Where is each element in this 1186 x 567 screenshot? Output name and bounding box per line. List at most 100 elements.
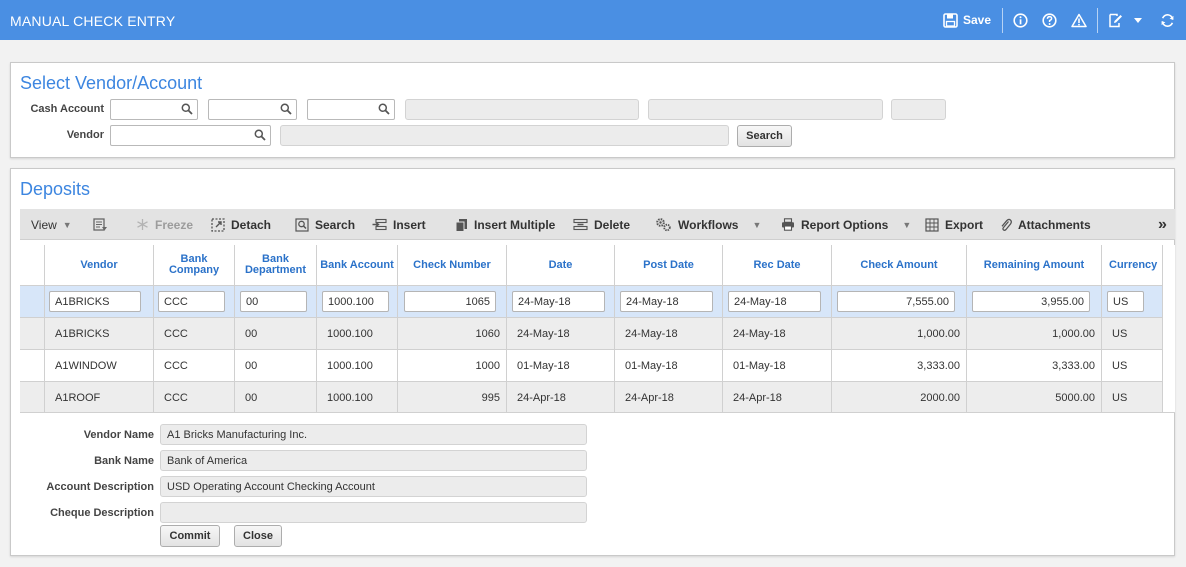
- row-selector[interactable]: [20, 350, 45, 381]
- rec-date-cell[interactable]: 24-May-18: [723, 286, 832, 317]
- search-icon[interactable]: [181, 103, 193, 115]
- check-amount-cell[interactable]: 3,333.00: [832, 350, 967, 381]
- post-date-cell[interactable]: 24-May-18: [615, 318, 723, 349]
- insert-button[interactable]: Insert: [372, 209, 426, 240]
- bank-department-input[interactable]: 00: [240, 291, 307, 312]
- check-number-cell[interactable]: 1065: [398, 286, 507, 317]
- bank-department-cell[interactable]: 00: [235, 350, 317, 381]
- remaining-amount-cell[interactable]: 3,955.00: [967, 286, 1102, 317]
- rec-date-input[interactable]: 24-May-18: [728, 291, 821, 312]
- row-selector[interactable]: [20, 286, 45, 317]
- bank-account-cell[interactable]: 1000.100: [317, 318, 398, 349]
- post-date-cell[interactable]: 01-May-18: [615, 350, 723, 381]
- bank-department-column-header[interactable]: Bank Department: [235, 245, 317, 286]
- date-input[interactable]: 24-May-18: [512, 291, 605, 312]
- table-row[interactable]: A1ROOF CCC 00 1000.100 995 24-Apr-18 24-…: [20, 382, 1175, 412]
- rec-date-cell[interactable]: 01-May-18: [723, 350, 832, 381]
- rec-date-cell[interactable]: 24-May-18: [723, 318, 832, 349]
- attachments-button[interactable]: Attachments: [1000, 209, 1091, 240]
- search-button[interactable]: Search: [737, 125, 792, 147]
- bank-account-cell[interactable]: 1000.100: [317, 382, 398, 412]
- edit-menu-button[interactable]: [1108, 0, 1143, 40]
- bank-company-cell[interactable]: CCC: [154, 382, 235, 412]
- bank-company-column-header[interactable]: Bank Company: [154, 245, 235, 286]
- date-cell[interactable]: 24-Apr-18: [507, 382, 615, 412]
- post-date-cell[interactable]: 24-Apr-18: [615, 382, 723, 412]
- bank-account-cell[interactable]: 1000.100: [317, 350, 398, 381]
- bank-department-cell[interactable]: 00: [235, 318, 317, 349]
- insert-multiple-button[interactable]: Insert Multiple: [455, 209, 555, 240]
- search-icon[interactable]: [254, 129, 266, 141]
- freeze-button[interactable]: Freeze: [136, 209, 193, 240]
- close-button[interactable]: Close: [234, 525, 282, 547]
- vendor-cell[interactable]: A1BRICKS: [45, 318, 154, 349]
- cash-account-account-input[interactable]: [307, 99, 395, 120]
- date-cell[interactable]: 24-May-18: [507, 318, 615, 349]
- bank-company-cell[interactable]: CCC: [154, 350, 235, 381]
- info-button[interactable]: [1013, 0, 1028, 40]
- check-number-column-header[interactable]: Check Number: [398, 245, 507, 286]
- delete-button[interactable]: Delete: [573, 209, 630, 240]
- check-number-cell[interactable]: 1060: [398, 318, 507, 349]
- vendor-input[interactable]: [110, 125, 271, 146]
- rec-date-column-header[interactable]: Rec Date: [723, 245, 832, 286]
- check-number-cell[interactable]: 1000: [398, 350, 507, 381]
- remaining-amount-column-header[interactable]: Remaining Amount: [967, 245, 1102, 286]
- bank-company-cell[interactable]: CCC: [154, 286, 235, 317]
- post-date-column-header[interactable]: Post Date: [615, 245, 723, 286]
- vendor-column-header[interactable]: Vendor: [45, 245, 154, 286]
- check-amount-cell[interactable]: 2000.00: [832, 382, 967, 412]
- row-selector[interactable]: [20, 382, 45, 412]
- vendor-cell[interactable]: A1WINDOW: [45, 350, 154, 381]
- rec-date-cell[interactable]: 24-Apr-18: [723, 382, 832, 412]
- search-icon[interactable]: [378, 103, 390, 115]
- check-amount-input[interactable]: 7,555.00: [837, 291, 955, 312]
- report-options-menu[interactable]: Report Options ▼: [781, 209, 911, 240]
- bank-department-cell[interactable]: 00: [235, 286, 317, 317]
- vendor-cell[interactable]: A1ROOF: [45, 382, 154, 412]
- check-amount-cell[interactable]: 1,000.00: [832, 318, 967, 349]
- date-cell[interactable]: 01-May-18: [507, 350, 615, 381]
- bank-department-cell[interactable]: 00: [235, 382, 317, 412]
- check-number-cell[interactable]: 995: [398, 382, 507, 412]
- export-button[interactable]: Export: [925, 209, 983, 240]
- bank-account-input[interactable]: 1000.100: [322, 291, 389, 312]
- grid-settings-button[interactable]: [93, 209, 114, 240]
- remaining-amount-cell[interactable]: 1,000.00: [967, 318, 1102, 349]
- post-date-cell[interactable]: 24-May-18: [615, 286, 723, 317]
- row-selector[interactable]: [20, 318, 45, 349]
- table-row[interactable]: A1BRICKS CCC 00 1000.100 1060 24-May-18 …: [20, 318, 1175, 350]
- bank-account-column-header[interactable]: Bank Account: [317, 245, 398, 286]
- warning-button[interactable]: [1071, 0, 1087, 40]
- detach-button[interactable]: Detach: [211, 209, 271, 240]
- bank-company-cell[interactable]: CCC: [154, 318, 235, 349]
- check-amount-cell[interactable]: 7,555.00: [832, 286, 967, 317]
- date-cell[interactable]: 24-May-18: [507, 286, 615, 317]
- toolbar-overflow-button[interactable]: »: [1158, 209, 1167, 240]
- cash-account-department-input[interactable]: [208, 99, 297, 120]
- grid-scroll-area[interactable]: [1162, 245, 1175, 412]
- currency-column-header[interactable]: Currency: [1102, 245, 1162, 286]
- vendor-cell[interactable]: A1BRICKS: [45, 286, 154, 317]
- currency-cell[interactable]: US: [1102, 350, 1162, 381]
- help-button[interactable]: [1042, 0, 1057, 40]
- remaining-amount-input[interactable]: 3,955.00: [972, 291, 1090, 312]
- currency-cell[interactable]: US: [1102, 382, 1162, 412]
- date-column-header[interactable]: Date: [507, 245, 615, 286]
- currency-cell[interactable]: US: [1102, 318, 1162, 349]
- currency-input[interactable]: US: [1107, 291, 1144, 312]
- grid-search-button[interactable]: Search: [295, 209, 355, 240]
- commit-button[interactable]: Commit: [160, 525, 220, 547]
- remaining-amount-cell[interactable]: 5000.00: [967, 382, 1102, 412]
- save-button[interactable]: Save: [943, 0, 991, 40]
- remaining-amount-cell[interactable]: 3,333.00: [967, 350, 1102, 381]
- check-amount-column-header[interactable]: Check Amount: [832, 245, 967, 286]
- table-row[interactable]: A1BRICKS CCC 00 1000.100 1065 24-May-18 …: [20, 286, 1175, 318]
- refresh-button[interactable]: [1160, 0, 1175, 40]
- vendor-input[interactable]: A1BRICKS: [49, 291, 141, 312]
- currency-cell[interactable]: US: [1102, 286, 1162, 317]
- table-row[interactable]: A1WINDOW CCC 00 1000.100 1000 01-May-18 …: [20, 350, 1175, 382]
- check-number-input[interactable]: 1065: [404, 291, 496, 312]
- search-icon[interactable]: [280, 103, 292, 115]
- workflows-menu[interactable]: Workflows ▼: [655, 209, 761, 240]
